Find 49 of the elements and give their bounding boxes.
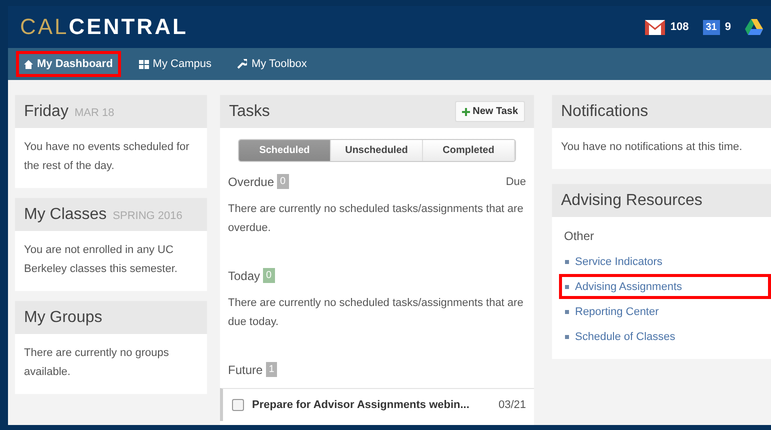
- card-title: My Classes: [24, 206, 107, 224]
- checkbox[interactable]: [232, 399, 244, 411]
- bullet-icon: [565, 334, 569, 338]
- triangle-drive-icon: [745, 19, 763, 35]
- nav-tab[interactable]: My Dashboard: [16, 51, 121, 77]
- section-label: Future: [228, 362, 263, 376]
- count-badge: 1: [266, 362, 278, 377]
- nav-tab[interactable]: My Toolbox: [229, 51, 315, 77]
- card-title: Notifications: [561, 102, 648, 120]
- resource-link[interactable]: Reporting Center: [575, 306, 659, 318]
- card-title: Advising Resources: [561, 192, 702, 210]
- bullet-icon: [565, 284, 569, 288]
- mail-icon: [645, 20, 666, 34]
- wrench-icon: [237, 59, 248, 69]
- group-label: Other: [563, 228, 596, 245]
- grid-icon: [138, 60, 149, 68]
- task-tab[interactable]: Completed: [423, 140, 515, 161]
- section-label: Overdue: [228, 174, 274, 188]
- task-title: Prepare for Advisor Assignments webin...: [252, 399, 470, 411]
- resource-link[interactable]: Service Indicators: [575, 256, 662, 268]
- home-icon: [24, 60, 33, 68]
- calcentral-logo[interactable]: CALCENTRAL: [20, 14, 188, 40]
- card-message: You are not enrolled in any UC Berkeley classes this semester.: [23, 243, 178, 277]
- column-label: Due: [506, 176, 526, 188]
- due-date: 03/21: [498, 399, 526, 411]
- nav-tab[interactable]: My Campus: [130, 51, 220, 77]
- card-subtitle: SPRING 2016: [112, 210, 182, 222]
- empty-message: There are currently no scheduled tasks/assignments that are overdue.: [227, 202, 524, 236]
- new-task-button[interactable]: New Task: [454, 101, 525, 122]
- count-label: 108: [670, 21, 689, 33]
- card-message: There are currently no groups available.: [23, 346, 170, 380]
- plus-icon: [462, 108, 470, 116]
- count-badge: 0: [263, 268, 275, 283]
- task-tab[interactable]: Unscheduled: [331, 140, 423, 161]
- bullet-icon: [565, 260, 569, 264]
- section-label: Today: [228, 268, 260, 282]
- card-subtitle: MAR 18: [74, 107, 114, 119]
- calendar-icon[interactable]: 31: [702, 20, 720, 34]
- card-title: My Groups: [24, 308, 102, 326]
- bullet-icon: [565, 310, 569, 314]
- empty-message: There are currently no scheduled tasks/assignments that are due today.: [227, 296, 524, 330]
- count-badge: 0: [277, 174, 289, 189]
- resource-link[interactable]: Schedule of Classes: [575, 330, 676, 342]
- task-row[interactable]: Prepare for Advisor Assignments webin... 03/21: [220, 388, 534, 421]
- card-title: Tasks: [229, 102, 270, 120]
- count-label: 9: [724, 21, 731, 33]
- card-title: Friday: [24, 102, 68, 120]
- card-message: You have no events scheduled for the rest of the day.: [23, 140, 190, 174]
- card-message: You have no notifications at this time.: [560, 140, 744, 155]
